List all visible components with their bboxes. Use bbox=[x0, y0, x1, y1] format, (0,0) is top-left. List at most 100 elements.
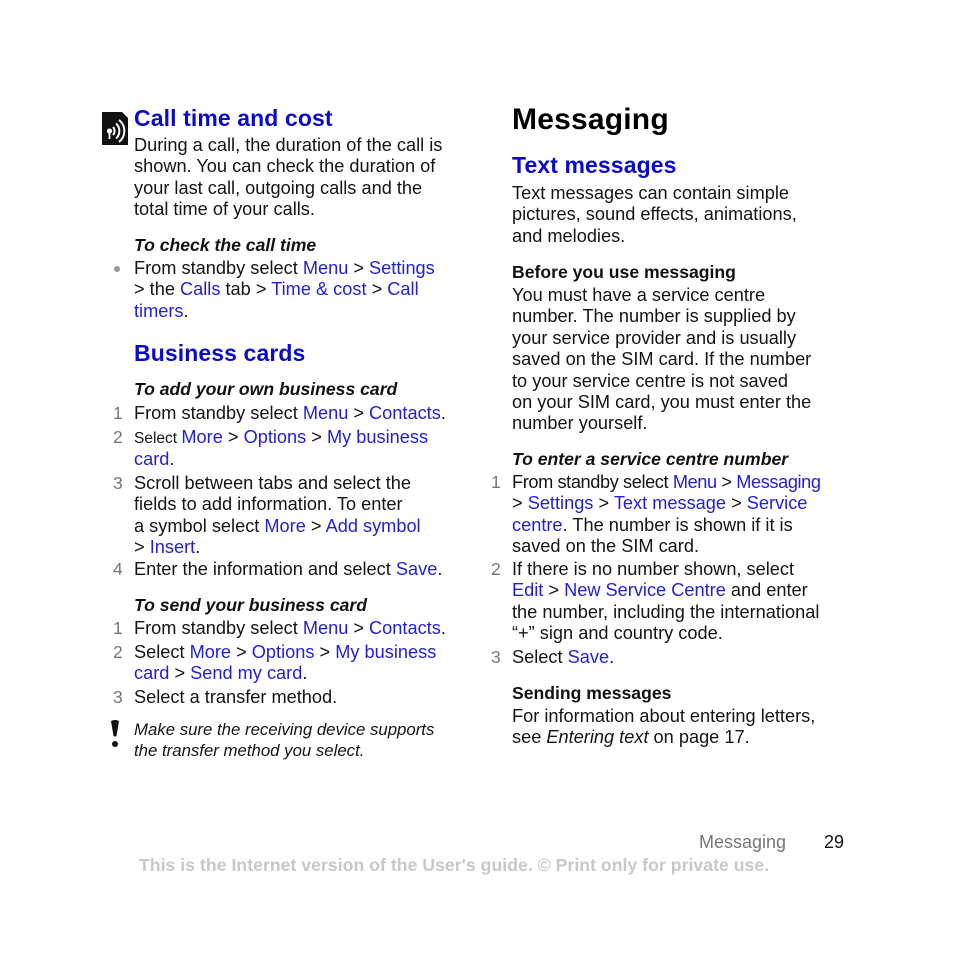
exclamation-icon bbox=[109, 720, 121, 750]
link-time-cost[interactable]: Time & cost bbox=[271, 279, 366, 299]
text-line: timers. bbox=[134, 301, 435, 322]
text-line: see Entering text on page 17. bbox=[512, 727, 815, 748]
separator: > bbox=[348, 258, 370, 278]
text: . bbox=[302, 663, 308, 684]
link-options[interactable]: Options bbox=[252, 642, 315, 662]
page-number: 29 bbox=[824, 832, 845, 852]
business-cards-heading: Business cards bbox=[134, 340, 306, 366]
text-line: Edit > New Service Centre and enter bbox=[512, 580, 819, 601]
add-step-2: Select More > Options > My business card… bbox=[134, 427, 428, 471]
text-line: Select More > Options > My business bbox=[134, 642, 436, 663]
text: From standby select bbox=[134, 618, 303, 638]
text-line: and melodies. bbox=[512, 225, 626, 246]
step-number: 3 bbox=[491, 647, 501, 667]
step-number: 1 bbox=[113, 618, 123, 638]
send-business-card-heading: To send your business card bbox=[134, 595, 368, 615]
text: . The number is shown if it is bbox=[562, 514, 793, 535]
link-my-business[interactable]: My business bbox=[327, 427, 428, 447]
separator: > bbox=[169, 663, 191, 684]
text-line: If there is no number shown, select bbox=[512, 559, 795, 579]
text-messages-intro: Text messages can contain simple picture… bbox=[512, 183, 797, 247]
link-save[interactable]: Save bbox=[568, 647, 609, 667]
enter-step-1: From standby select Menu > Messaging > S… bbox=[512, 472, 821, 558]
link-menu[interactable]: Menu bbox=[673, 472, 717, 492]
link-contacts[interactable]: Contacts bbox=[369, 403, 441, 423]
text-line: to your service centre is not saved bbox=[512, 370, 788, 391]
link-timers[interactable]: timers bbox=[134, 301, 184, 321]
separator: > bbox=[366, 279, 388, 300]
link-card[interactable]: card bbox=[134, 449, 169, 469]
text: . bbox=[440, 618, 446, 638]
text: tab > bbox=[220, 279, 272, 300]
link-centre[interactable]: centre bbox=[512, 515, 563, 535]
text-line: card > Send my card. bbox=[134, 663, 436, 684]
text-line: fields to add information. To enter bbox=[134, 494, 403, 515]
text-line: the transfer method you select. bbox=[134, 740, 365, 760]
step-number: 4 bbox=[113, 559, 123, 579]
text-line: pictures, sound effects, animations, bbox=[512, 204, 797, 225]
link-menu[interactable]: Menu bbox=[303, 258, 349, 278]
text: . bbox=[437, 559, 443, 579]
add-step-1: From standby select Menu > Contacts. bbox=[134, 403, 446, 424]
link-more[interactable]: More bbox=[264, 516, 305, 536]
speaker-antenna-icon bbox=[102, 112, 128, 145]
link-more[interactable]: More bbox=[181, 427, 222, 447]
link-my-business[interactable]: My business bbox=[335, 642, 436, 662]
text-line: a symbol select More > Add symbol bbox=[134, 516, 421, 537]
link-call[interactable]: Call bbox=[387, 279, 418, 299]
text-line: “+” sign and country code. bbox=[512, 623, 723, 644]
send-step-1: From standby select Menu > Contacts. bbox=[134, 618, 446, 639]
text: Select bbox=[134, 642, 190, 662]
text-messages-heading: Text messages bbox=[512, 152, 677, 178]
link-text-message[interactable]: Text message bbox=[614, 493, 726, 513]
add-step-3: Scroll between tabs and select the field… bbox=[134, 473, 421, 559]
separator: > bbox=[314, 642, 336, 662]
link-service[interactable]: Service bbox=[747, 493, 808, 513]
send-step-2: Select More > Options > My business card… bbox=[134, 642, 436, 685]
link-menu[interactable]: Menu bbox=[303, 618, 349, 638]
text: > the bbox=[134, 279, 181, 300]
text-line: Select More > Options > My business bbox=[134, 427, 428, 449]
link-save[interactable]: Save bbox=[396, 559, 437, 579]
link-insert[interactable]: Insert bbox=[150, 537, 196, 557]
link-more[interactable]: More bbox=[190, 642, 231, 662]
step-number: 2 bbox=[491, 559, 501, 579]
text: . bbox=[183, 300, 189, 321]
link-add-symbol[interactable]: Add symbol bbox=[326, 516, 421, 536]
link-edit[interactable]: Edit bbox=[512, 580, 543, 600]
text: see bbox=[512, 727, 547, 748]
text-line: You must have a service centre bbox=[512, 285, 766, 305]
link-send-my-card[interactable]: Send my card bbox=[190, 663, 302, 683]
text-line: card. bbox=[134, 449, 428, 470]
link-calls[interactable]: Calls bbox=[180, 279, 220, 299]
sending-messages-heading: Sending messages bbox=[512, 683, 672, 703]
text-line: on your SIM card, you must enter the bbox=[512, 392, 812, 413]
check-call-time-heading: To check the call time bbox=[134, 235, 317, 255]
step-number: 2 bbox=[113, 642, 123, 662]
text: on page 17. bbox=[648, 727, 750, 748]
add-business-card-heading: To add your own business card bbox=[134, 379, 398, 399]
cross-reference: Entering text bbox=[546, 727, 649, 748]
text: and enter bbox=[725, 580, 808, 601]
separator: > bbox=[222, 427, 244, 447]
footer-disclaimer: This is the Internet version of the User… bbox=[139, 855, 770, 875]
call-time-cost-heading: Call time and cost bbox=[134, 105, 333, 131]
link-options[interactable]: Options bbox=[244, 427, 307, 447]
link-settings[interactable]: Settings bbox=[369, 258, 435, 278]
step-number: 1 bbox=[491, 472, 501, 492]
separator: > bbox=[512, 493, 528, 514]
text: Enter the information and select bbox=[134, 559, 396, 579]
link-card[interactable]: card bbox=[134, 663, 169, 683]
link-contacts[interactable]: Contacts bbox=[369, 618, 441, 638]
separator: > bbox=[543, 580, 565, 601]
text: Select bbox=[512, 647, 568, 667]
text: . bbox=[609, 647, 615, 667]
separator: > bbox=[593, 493, 614, 514]
link-new-service-centre[interactable]: New Service Centre bbox=[564, 580, 726, 600]
text-line: For information about entering letters, bbox=[512, 706, 816, 726]
link-settings[interactable]: Settings bbox=[528, 493, 594, 513]
link-messaging[interactable]: Messaging bbox=[736, 472, 821, 492]
text: From standby select bbox=[134, 258, 303, 278]
send-step-3: Select a transfer method. bbox=[134, 687, 338, 707]
link-menu[interactable]: Menu bbox=[303, 403, 349, 423]
